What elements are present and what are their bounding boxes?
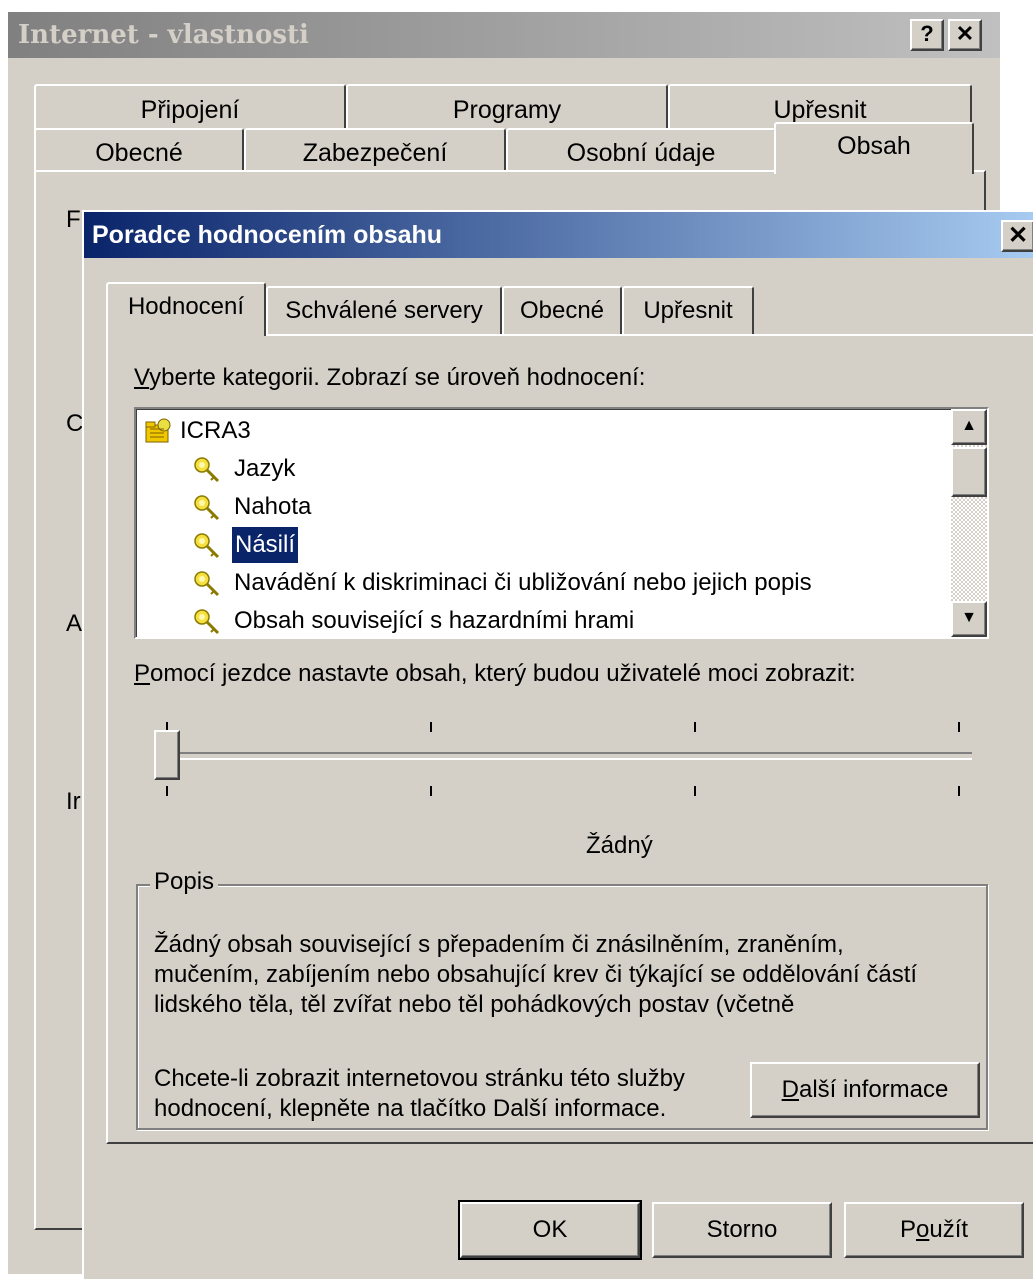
tab-upresnit[interactable]: Upřesnit: [622, 286, 754, 336]
peek-text: F: [66, 206, 81, 233]
more-info-button[interactable]: Další informace: [750, 1062, 980, 1118]
mnemonic: o: [915, 1216, 930, 1243]
tab-label: Obecné: [519, 297, 605, 324]
button-label: P: [899, 1216, 916, 1243]
rating-slider-thumb[interactable]: [154, 730, 180, 780]
tab-label: Obsah: [837, 132, 911, 160]
scroll-thumb[interactable]: [951, 447, 987, 497]
rating-description: Žádný obsah související s přepadením či …: [154, 931, 918, 1018]
close-icon[interactable]: ✕: [1001, 220, 1033, 252]
window-title: Internet - vlastnosti: [8, 12, 1000, 58]
tab-label: Upřesnit: [643, 297, 733, 324]
scroll-up-icon[interactable]: ▲: [951, 409, 987, 445]
key-icon: [194, 533, 220, 559]
mnemonic: V: [134, 364, 150, 391]
tab-obsah[interactable]: Obsah: [774, 122, 974, 174]
description-group: Popis Žádný obsah související s přepaden…: [136, 868, 988, 1130]
tree-item-label: Jazyk: [234, 455, 296, 482]
slider-tick: [958, 786, 960, 796]
button-label: alší informace: [798, 1076, 949, 1103]
slider-tick: [694, 722, 696, 732]
tab-obecne[interactable]: Obecné: [34, 128, 244, 172]
tab-zabezpeceni[interactable]: Zabezpečení: [244, 128, 506, 172]
mnemonic: P: [134, 660, 151, 687]
slider-label: Pomocí jezdce nastavte obsah, který budo…: [134, 660, 856, 688]
more-info-text: Chcete-li zobrazit internetovou stránku …: [154, 1065, 685, 1122]
tab-hodnoceni[interactable]: Hodnocení: [106, 282, 266, 336]
tree-root-label: ICRA3: [180, 417, 251, 444]
button-label: užít: [929, 1216, 969, 1243]
category-label-text: yberte kategorii. Zobrazí se úroveň hodn…: [149, 364, 646, 391]
category-label: Vyberte kategorii. Zobrazí se úroveň hod…: [134, 364, 645, 392]
key-icon: [194, 457, 220, 483]
tab-label: Připojení: [140, 96, 240, 124]
button-label: Storno: [706, 1216, 778, 1243]
apply-button[interactable]: Použít: [844, 1202, 1024, 1258]
rating-level-value: Žádný: [586, 832, 653, 859]
dialog-title-text: Poradce hodnocením obsahu: [92, 221, 443, 249]
tab-schvalene-servery[interactable]: Schválené servery: [266, 286, 502, 336]
scroll-down-icon[interactable]: ▼: [951, 601, 987, 637]
peek-text: Ir: [66, 788, 81, 815]
slider-label-text: omocí jezdce nastavte obsah, který budou…: [150, 660, 856, 687]
tree-item-label: Obsah související s hazardními hrami: [234, 607, 635, 634]
slider-tick: [166, 786, 168, 796]
ok-button[interactable]: OK: [458, 1200, 642, 1260]
key-icon: [194, 571, 220, 597]
dialog-title: Poradce hodnocením obsahu: [84, 212, 1033, 258]
tab-obecne[interactable]: Obecné: [502, 286, 622, 336]
key-icon: [194, 495, 220, 521]
mnemonic: D: [781, 1076, 799, 1103]
slider-tick: [430, 786, 432, 796]
category-tree[interactable]: ICRA3 Jazyk Nahota Násilí Navádění k dis…: [134, 407, 989, 639]
tab-osobni-udaje[interactable]: Osobní údaje: [506, 128, 776, 172]
rating-slider-track[interactable]: [162, 752, 972, 760]
button-label: OK: [532, 1216, 568, 1243]
folder-icon: [145, 418, 171, 443]
window-title-text: Internet - vlastnosti: [18, 20, 309, 50]
tab-label: Schválené servery: [285, 297, 483, 324]
tab-label: Osobní údaje: [566, 139, 716, 167]
tab-label: Upřesnit: [773, 96, 867, 124]
tab-label: Hodnocení: [127, 293, 245, 320]
vertical-scrollbar[interactable]: ▲ ▼: [951, 409, 987, 637]
close-icon[interactable]: ✕: [948, 19, 982, 51]
peek-text: C: [66, 410, 84, 437]
tree-item-label: Násilí: [230, 526, 300, 564]
tree-item-label: Navádění k diskriminaci či ubližování ne…: [234, 569, 812, 596]
tab-label: Obecné: [95, 139, 183, 167]
slider-tick: [694, 786, 696, 796]
tab-label: Zabezpečení: [302, 139, 448, 167]
cancel-button[interactable]: Storno: [652, 1202, 832, 1258]
help-button[interactable]: ?: [910, 19, 944, 51]
group-legend: Popis: [150, 868, 219, 896]
slider-tick: [958, 722, 960, 732]
tab-label: Programy: [452, 96, 562, 124]
slider-tick: [430, 722, 432, 732]
peek-text: A: [66, 610, 83, 637]
content-advisor-dialog: Poradce hodnocením obsahu ✕ Hodnocení Sc…: [82, 210, 1033, 1279]
tree-item-label: Nahota: [234, 493, 312, 520]
key-icon: [194, 609, 220, 635]
